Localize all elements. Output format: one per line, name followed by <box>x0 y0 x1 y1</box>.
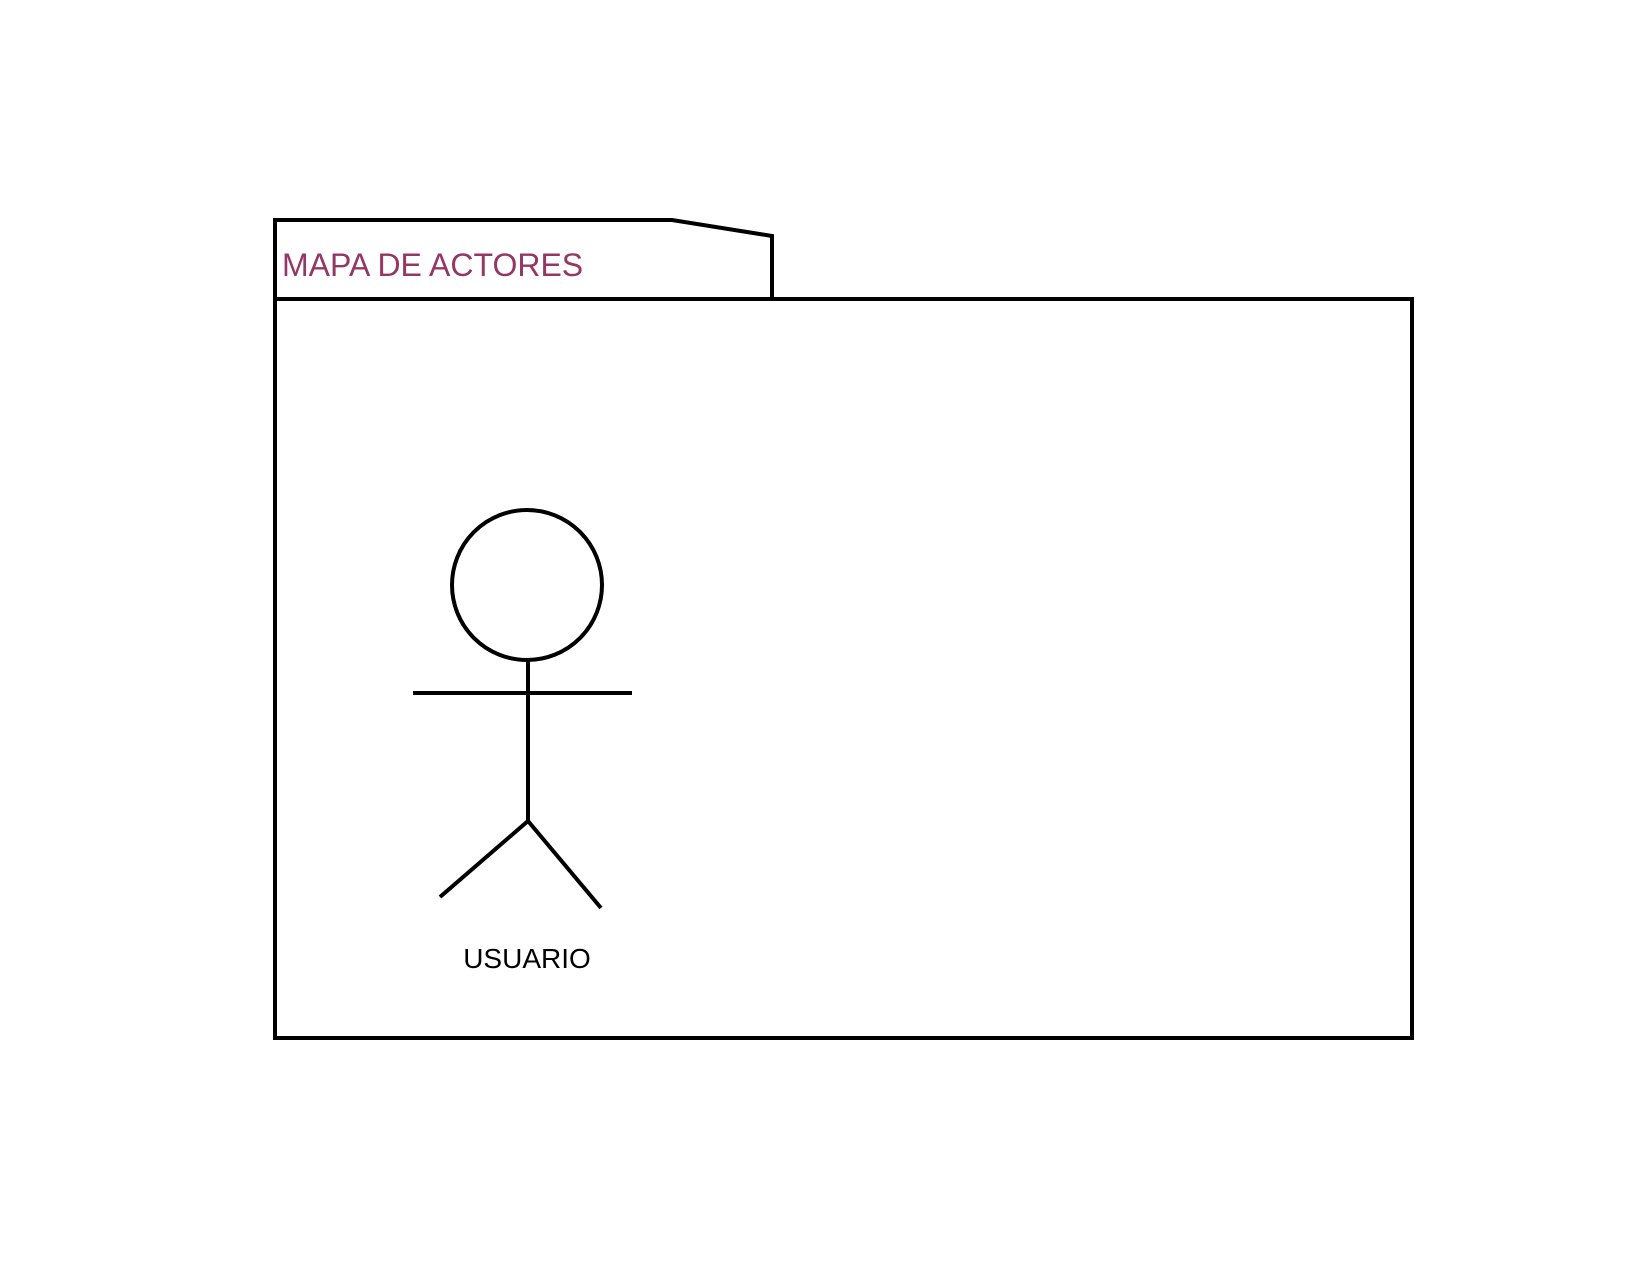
actor-usuario: USUARIO <box>413 508 632 974</box>
package: MAPA DE ACTORES <box>273 218 1414 1040</box>
actor-right-leg <box>526 819 603 910</box>
diagram-canvas: MAPA DE ACTORES USUARIO <box>273 218 1414 1040</box>
actor-label: USUARIO <box>463 943 591 974</box>
package-body <box>273 297 1414 1040</box>
package-title: MAPA DE ACTORES <box>282 247 583 283</box>
actor-left-leg <box>438 819 530 899</box>
actor-head <box>450 508 604 662</box>
